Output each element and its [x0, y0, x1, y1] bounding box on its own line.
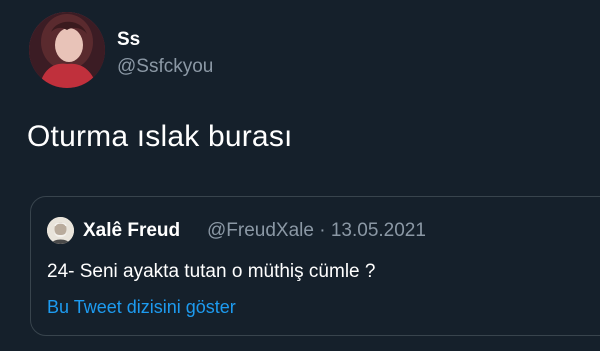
show-thread-link[interactable]: Bu Tweet dizisini göster: [47, 297, 236, 318]
avatar-photo: [29, 12, 105, 88]
quoted-author-handle[interactable]: @FreudXale: [207, 220, 314, 241]
avatar[interactable]: [29, 12, 105, 88]
quoted-tweet-card[interactable]: Xalê Freud @FreudXale · 13.05.2021 24- S…: [30, 196, 600, 336]
quoted-tweet-date[interactable]: 13.05.2021: [331, 220, 426, 241]
tweet-text: Oturma ıslak burası: [27, 120, 293, 153]
quoted-author-avatar: [47, 217, 74, 244]
author-name[interactable]: Ss: [117, 29, 140, 51]
quoted-author-name[interactable]: Xalê Freud: [83, 220, 180, 242]
meta-separator: ·: [319, 220, 326, 241]
tweet: Ss @Ssfckyou Oturma ıslak burası Xalê Fr…: [0, 0, 600, 351]
author-handle[interactable]: @Ssfckyou: [117, 56, 213, 78]
quoted-avatar-photo: [47, 217, 74, 244]
quoted-tweet-meta: @FreudXale · 13.05.2021: [207, 220, 426, 242]
quoted-tweet-text: 24- Seni ayakta tutan o müthiş cümle ?: [47, 261, 376, 282]
